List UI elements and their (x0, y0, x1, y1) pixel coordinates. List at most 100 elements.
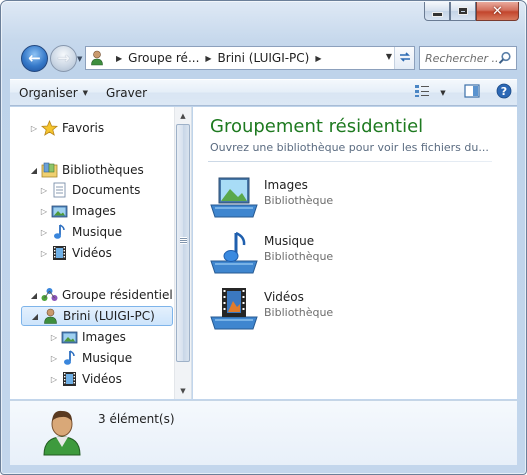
nav-pane-scrollbar[interactable]: ▲ ▼ (174, 107, 191, 399)
back-arrow-icon: ← (28, 49, 41, 67)
refresh-button[interactable] (394, 47, 414, 69)
collapse-arrow-icon[interactable]: ◢ (28, 291, 40, 300)
refresh-icon (398, 51, 412, 66)
music-note-icon (61, 350, 78, 366)
tree-item-music[interactable]: ▷ Musique (38, 222, 122, 242)
expand-arrow-icon[interactable]: ▷ (48, 354, 60, 363)
chevron-down-icon: ▼ (82, 88, 89, 97)
library-type: Bibliothèque (264, 306, 334, 319)
address-history-dropdown[interactable]: ▼ (386, 52, 392, 61)
help-button[interactable]: ? (491, 82, 517, 104)
recent-pages-dropdown[interactable]: ▼ (77, 55, 82, 63)
tree-item-user-music[interactable]: ▷ Musique (48, 348, 132, 368)
preview-pane-icon (464, 84, 480, 101)
tree-label: Bibliothèques (62, 163, 144, 177)
library-name: Musique (264, 234, 315, 248)
expand-arrow-icon[interactable]: ▷ (38, 186, 50, 195)
expand-arrow-icon[interactable]: ▷ (48, 375, 60, 384)
tree-label: Images (72, 204, 116, 218)
back-button[interactable]: ← (21, 45, 48, 72)
maximize-icon (458, 7, 468, 15)
content-pane: Groupement résidentiel Ouvrez une biblio… (193, 107, 517, 399)
film-strip-icon (61, 371, 78, 387)
forward-button[interactable]: → (50, 45, 77, 72)
film-strip-icon (51, 245, 68, 261)
user-avatar-icon (40, 407, 84, 457)
search-box[interactable] (419, 46, 517, 70)
item-count: 3 élément(s) (98, 412, 175, 426)
pictures-icon (61, 329, 78, 345)
change-view-button[interactable] (409, 82, 435, 104)
expand-arrow-icon[interactable]: ▷ (48, 333, 60, 342)
pictures-library-icon (209, 175, 259, 221)
breadcrumb-separator[interactable]: ▶ (315, 54, 321, 63)
caption-buttons: ✕ (424, 2, 519, 22)
command-bar: Organiser ▼ Graver ▼ ? (10, 79, 517, 106)
chevron-down-icon: ▼ (440, 88, 446, 97)
user-icon (90, 50, 104, 66)
address-bar[interactable]: ▶ Groupe ré... ▶ Brini (LUIGI-PC) ▶ ▼ (85, 46, 415, 70)
tree-item-images[interactable]: ▷ Images (38, 201, 116, 221)
music-note-icon (51, 224, 68, 240)
breadcrumb-homegroup[interactable]: Groupe ré... (128, 51, 199, 65)
documents-icon (51, 182, 68, 198)
expand-arrow-icon[interactable]: ▷ (38, 228, 50, 237)
tree-label: Musique (72, 225, 123, 239)
details-pane: 3 élément(s) (10, 400, 517, 465)
expand-arrow-icon[interactable]: ▷ (38, 249, 50, 258)
navigation-bar: ← → ▼ ▶ Groupe ré... ▶ Brini (LUIGI-PC) … (19, 41, 517, 75)
search-icon[interactable] (498, 51, 512, 65)
close-icon: ✕ (492, 3, 503, 19)
tree-label: Documents (72, 183, 141, 197)
tree-item-user-videos[interactable]: ▷ Vidéos (48, 369, 122, 389)
library-name: Images (264, 178, 308, 192)
scroll-down-button[interactable]: ▼ (175, 382, 191, 399)
tree-label: Musique (82, 351, 133, 365)
library-item-images[interactable]: Images Bibliothèque (209, 175, 359, 223)
library-type: Bibliothèque (264, 250, 334, 263)
view-dropdown-button[interactable]: ▼ (435, 82, 451, 104)
close-button[interactable]: ✕ (476, 2, 519, 21)
music-library-icon (209, 231, 259, 277)
breadcrumb-user[interactable]: Brini (LUIGI-PC) (218, 51, 310, 65)
tree-item-videos[interactable]: ▷ Vidéos (38, 243, 112, 263)
page-title: Groupement résidentiel (210, 116, 424, 137)
star-icon (40, 119, 59, 136)
collapse-arrow-icon[interactable]: ◢ (29, 312, 41, 321)
search-input[interactable] (425, 51, 499, 65)
scroll-grip-icon (180, 237, 187, 244)
tree-item-libraries[interactable]: ◢ Bibliothèques (28, 160, 144, 180)
scroll-thumb[interactable] (176, 124, 190, 362)
tree-label: Brini (LUIGI-PC) (63, 309, 155, 323)
organize-button[interactable]: Organiser ▼ (10, 80, 97, 105)
tree-item-homegroup[interactable]: ◢ Groupe résidentiel (28, 285, 173, 305)
tree-item-documents[interactable]: ▷ Documents (38, 180, 140, 200)
collapse-arrow-icon[interactable]: ◢ (28, 166, 40, 175)
library-type: Bibliothèque (264, 194, 334, 207)
library-item-music[interactable]: Musique Bibliothèque (209, 231, 359, 279)
library-item-videos[interactable]: Vidéos Bibliothèque (209, 287, 359, 335)
user-icon (42, 308, 59, 324)
svg-text:?: ? (501, 85, 507, 98)
tree-item-favorites[interactable]: ▷ Favoris (28, 118, 104, 138)
libraries-icon (41, 162, 58, 178)
minimize-button[interactable] (424, 2, 450, 21)
burn-label: Graver (106, 85, 148, 100)
maximize-button[interactable] (450, 2, 476, 21)
minimize-icon (431, 11, 443, 17)
tree-label: Groupe résidentiel (62, 288, 173, 302)
tree-item-user-selected[interactable]: ◢ Brini (LUIGI-PC) (21, 306, 173, 326)
tree-label: Vidéos (82, 372, 122, 386)
preview-pane-button[interactable] (459, 82, 485, 104)
expand-arrow-icon[interactable]: ▷ (38, 207, 50, 216)
tree-item-user-images[interactable]: ▷ Images (48, 327, 126, 347)
scroll-up-button[interactable]: ▲ (175, 107, 191, 124)
breadcrumb-separator[interactable]: ▶ (116, 54, 122, 63)
expand-arrow-icon[interactable]: ▷ (28, 124, 40, 133)
view-options-icon (414, 84, 430, 101)
library-name: Vidéos (264, 290, 304, 304)
burn-button[interactable]: Graver (97, 80, 156, 105)
tree-label: Images (82, 330, 126, 344)
help-icon: ? (496, 83, 512, 102)
breadcrumb-separator[interactable]: ▶ (205, 54, 211, 63)
